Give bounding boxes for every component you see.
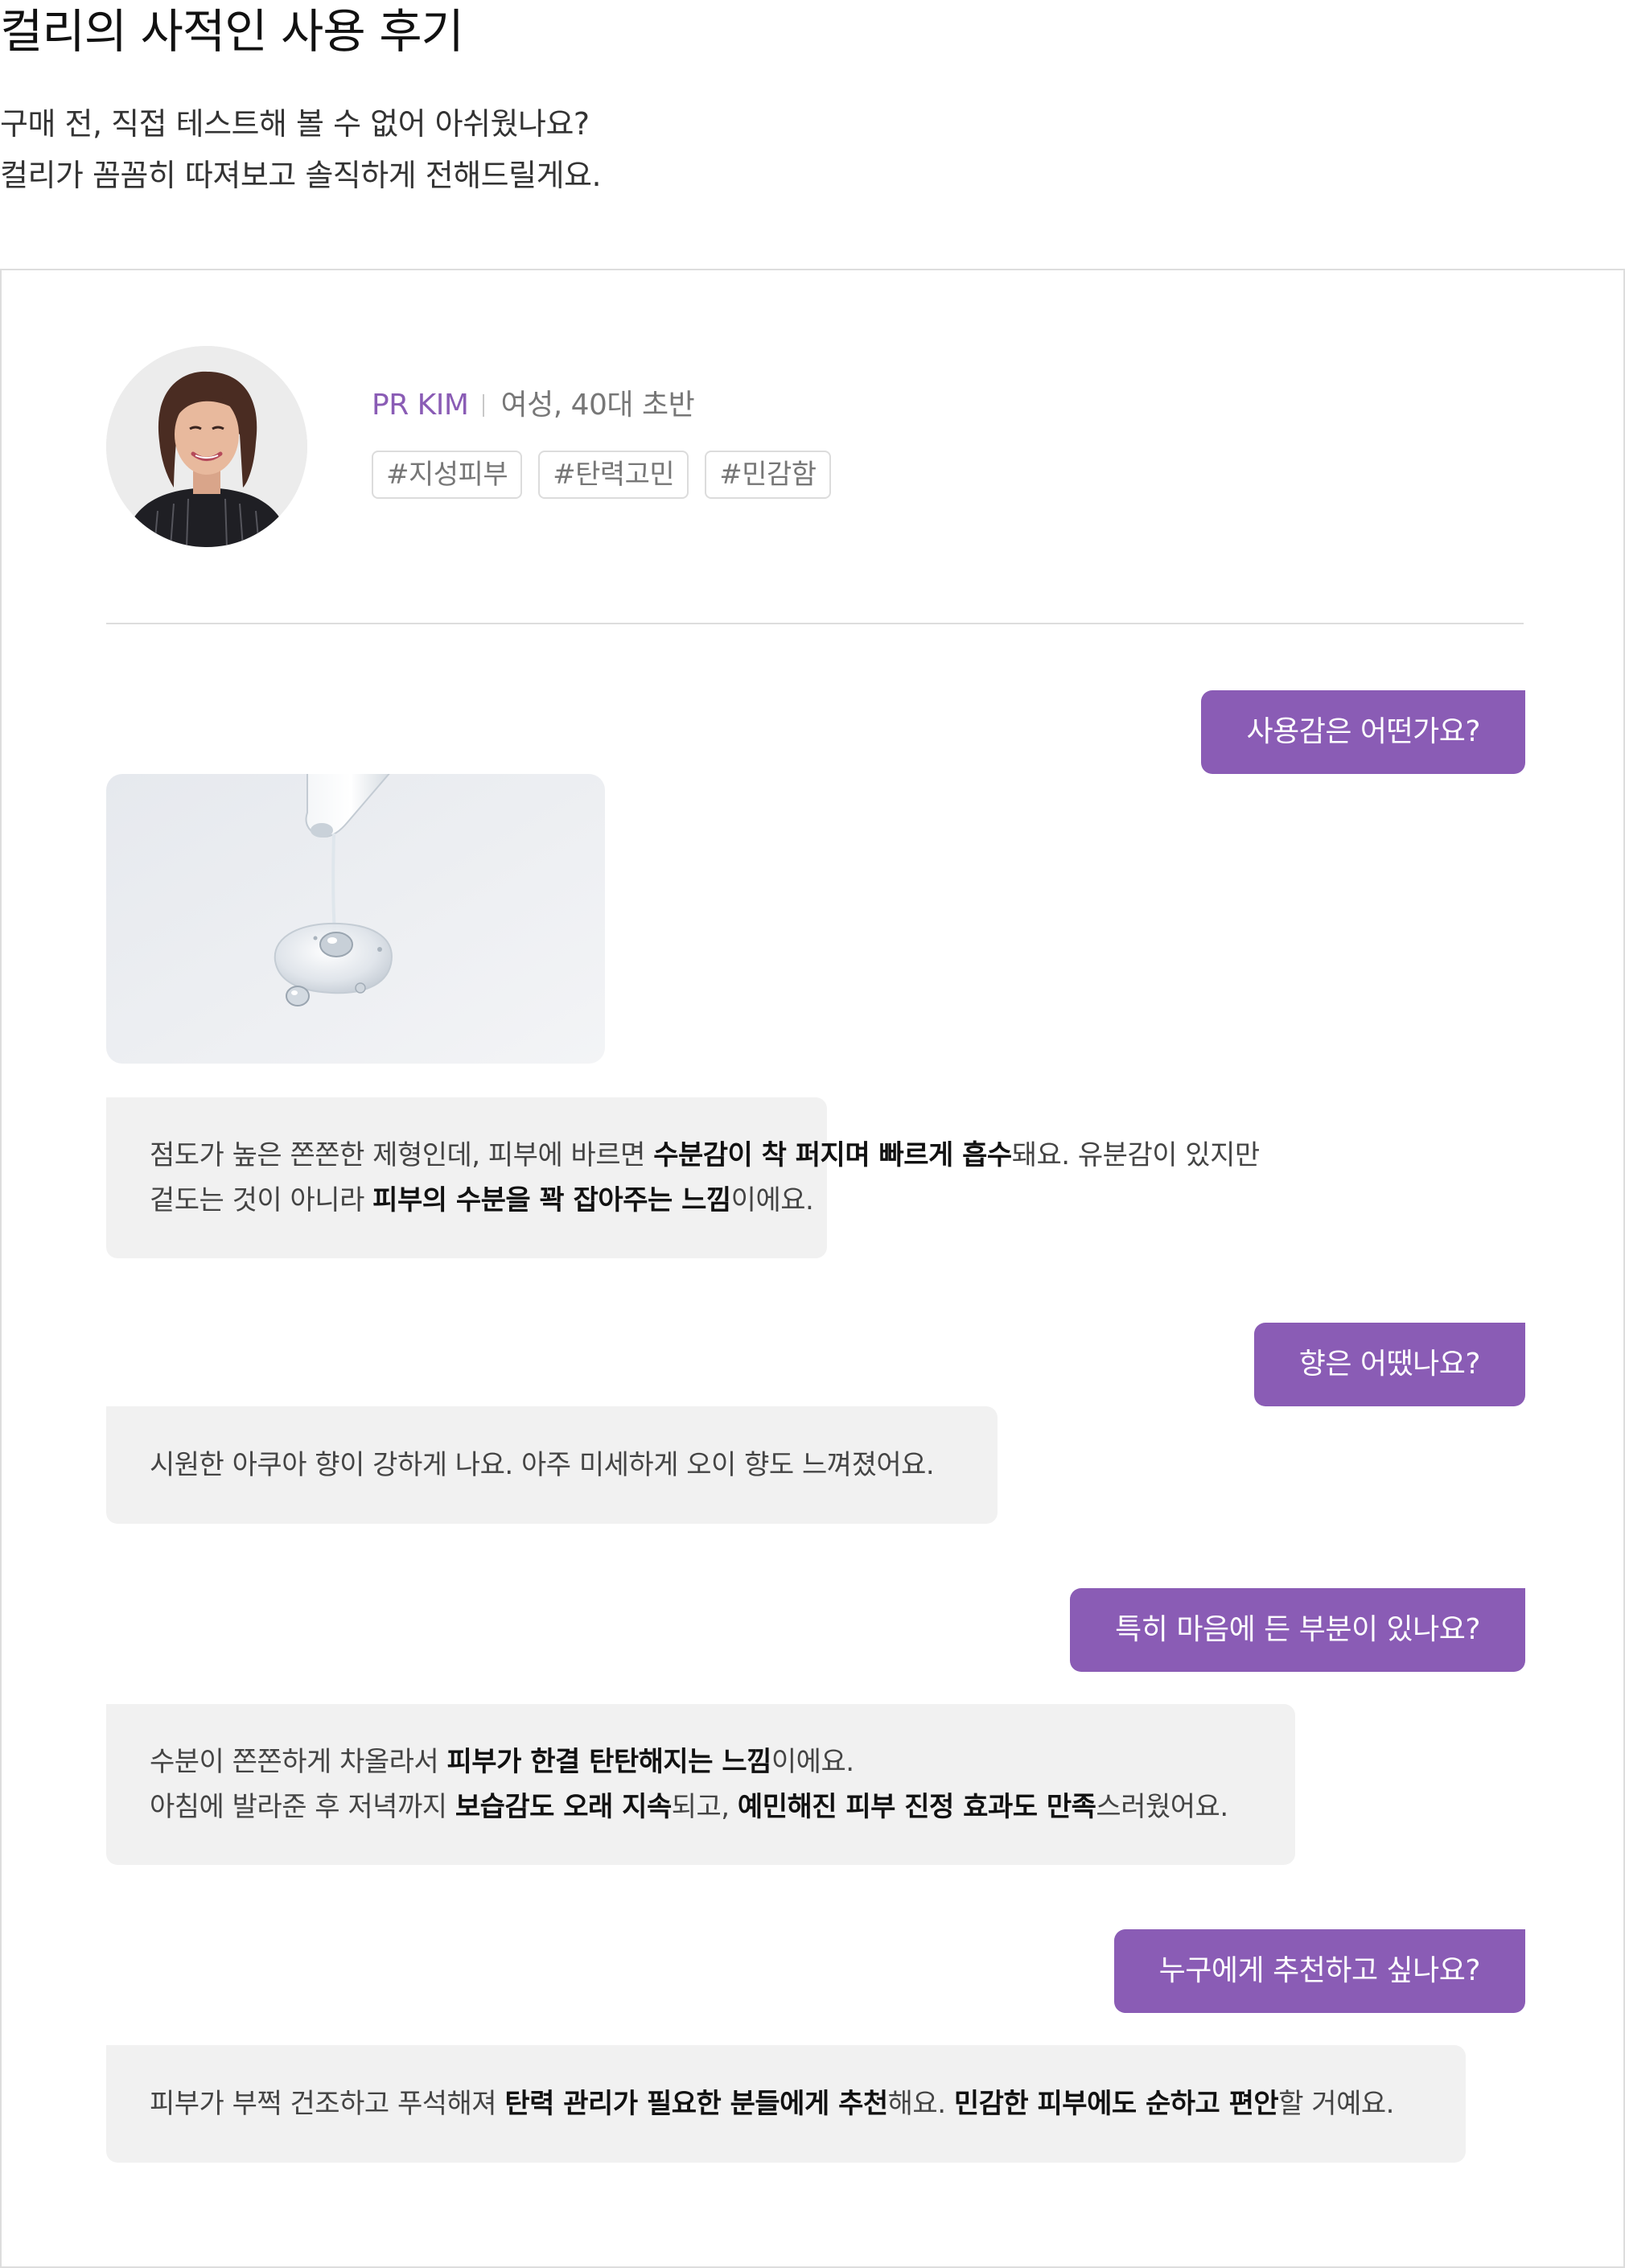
question-bubble: 향은 어땠나요? [1253,1323,1525,1406]
answer-text: 이에요. [771,1746,854,1778]
answer-line: 시원한 아쿠아 향이 강하게 나요. 아주 미세하게 오이 향도 느껴졌어요. [150,1443,954,1488]
product-texture-image [106,774,605,1064]
answer-text: 피부가 부쩍 건조하고 푸석해져 [150,2088,505,2120]
answer-bubble: 피부가 부쩍 건조하고 푸석해져 탄력 관리가 필요한 분들에게 추천해요. 민… [106,2045,1466,2163]
answer-text: 겉도는 것이 아니라 [150,1184,373,1216]
question-bubble: 특히 마음에 든 부분이 있나요? [1070,1588,1525,1672]
answer-text: 스러웠어요. [1096,1791,1228,1823]
intro-text: 구매 전, 직접 테스트해 볼 수 없어 아쉬웠나요? 컬리가 꼼꼼히 따져보고… [0,98,602,201]
profile-separator [483,394,485,417]
answer-text: 시원한 아쿠아 향이 강하게 나요. 아주 미세하게 오이 향도 느껴졌어요. [150,1449,935,1481]
reviewer-profile: PR KIM 여성, 40대 초반 [372,388,695,423]
answer-line: 수분이 쫀쫀하게 차올라서 피부가 한결 탄탄해지는 느낌이에요. [150,1739,1252,1784]
answer-highlight: 보습감도 오래 지속 [455,1791,672,1823]
skin-tag: #민감함 [705,451,831,499]
answer-highlight: 피부의 수분을 꽉 잡아주는 느낌 [372,1184,731,1216]
answer-bubble: 시원한 아쿠아 향이 강하게 나요. 아주 미세하게 오이 향도 느껴졌어요. [106,1406,998,1524]
answer-highlight: 탄력 관리가 필요한 분들에게 추천 [504,2088,888,2120]
answer-text: 할 거예요. [1278,2088,1394,2120]
answer-highlight: 피부가 한결 탄탄해지는 느낌 [446,1746,772,1778]
answer-bubble: 수분이 쫀쫀하게 차올라서 피부가 한결 탄탄해지는 느낌이에요. 아침에 발라… [106,1704,1295,1865]
reviewer-name: PR KIM [372,389,469,422]
skin-tag: #지성피부 [372,451,523,499]
answer-line: 피부가 부쩍 건조하고 푸석해져 탄력 관리가 필요한 분들에게 추천해요. 민… [150,2081,1422,2126]
answer-text: 해요. [887,2088,954,2120]
answer-text: 아침에 발라준 후 저녁까지 [150,1791,455,1823]
reviewer-meta: 여성, 40대 초반 [500,389,695,422]
answer-highlight: 예민해진 피부 진정 효과도 만족 [737,1791,1096,1823]
answer-line: 아침에 발라준 후 저녁까지 보습감도 오래 지속되고, 예민해진 피부 진정 … [150,1784,1252,1830]
review-card: PR KIM 여성, 40대 초반 #지성피부 #탄력고민 #민감함 사용감은 어… [0,269,1625,2268]
answer-text: 돼요. 유분감이 있지만 [1011,1139,1260,1171]
answer-bubble: 점도가 높은 쫀쫀한 제형인데, 피부에 바르면 수분감이 착 퍼지며 빠르게 … [106,1097,1260,1258]
answer-text: 수분이 쫀쫀하게 차올라서 [150,1746,447,1778]
intro-line: 컬리가 꼼꼼히 따져보고 솔직하게 전해드릴게요. [0,158,602,193]
answer-text: 되고, [671,1791,738,1823]
page-title: 컬리의 사적인 사용 후기 [0,4,464,59]
skin-tag: #탄력고민 [538,451,689,499]
answer-highlight: 민감한 피부에도 순하고 편안 [953,2088,1279,2120]
reviewer-tags: #지성피부 #탄력고민 #민감함 [372,451,831,499]
intro-line: 구매 전, 직접 테스트해 볼 수 없어 아쉬웠나요? [0,106,590,142]
question-bubble: 사용감은 어떤가요? [1201,690,1525,774]
answer-text: 이에요. [730,1184,814,1216]
answer-text: 점도가 높은 쫀쫀한 제형인데, 피부에 바르면 [150,1139,654,1171]
answer-line: 점도가 높은 쫀쫀한 제형인데, 피부에 바르면 수분감이 착 퍼지며 빠르게 … [150,1133,1260,1178]
answer-line: 겉도는 것이 아니라 피부의 수분을 꽉 잡아주는 느낌이에요. [150,1178,814,1223]
profile-divider [106,623,1524,624]
answer-highlight: 수분감이 착 퍼지며 빠르게 흡수 [653,1139,1012,1171]
question-bubble: 누구에게 추천하고 싶나요? [1113,1929,1525,2013]
reviewer-avatar [106,346,307,547]
